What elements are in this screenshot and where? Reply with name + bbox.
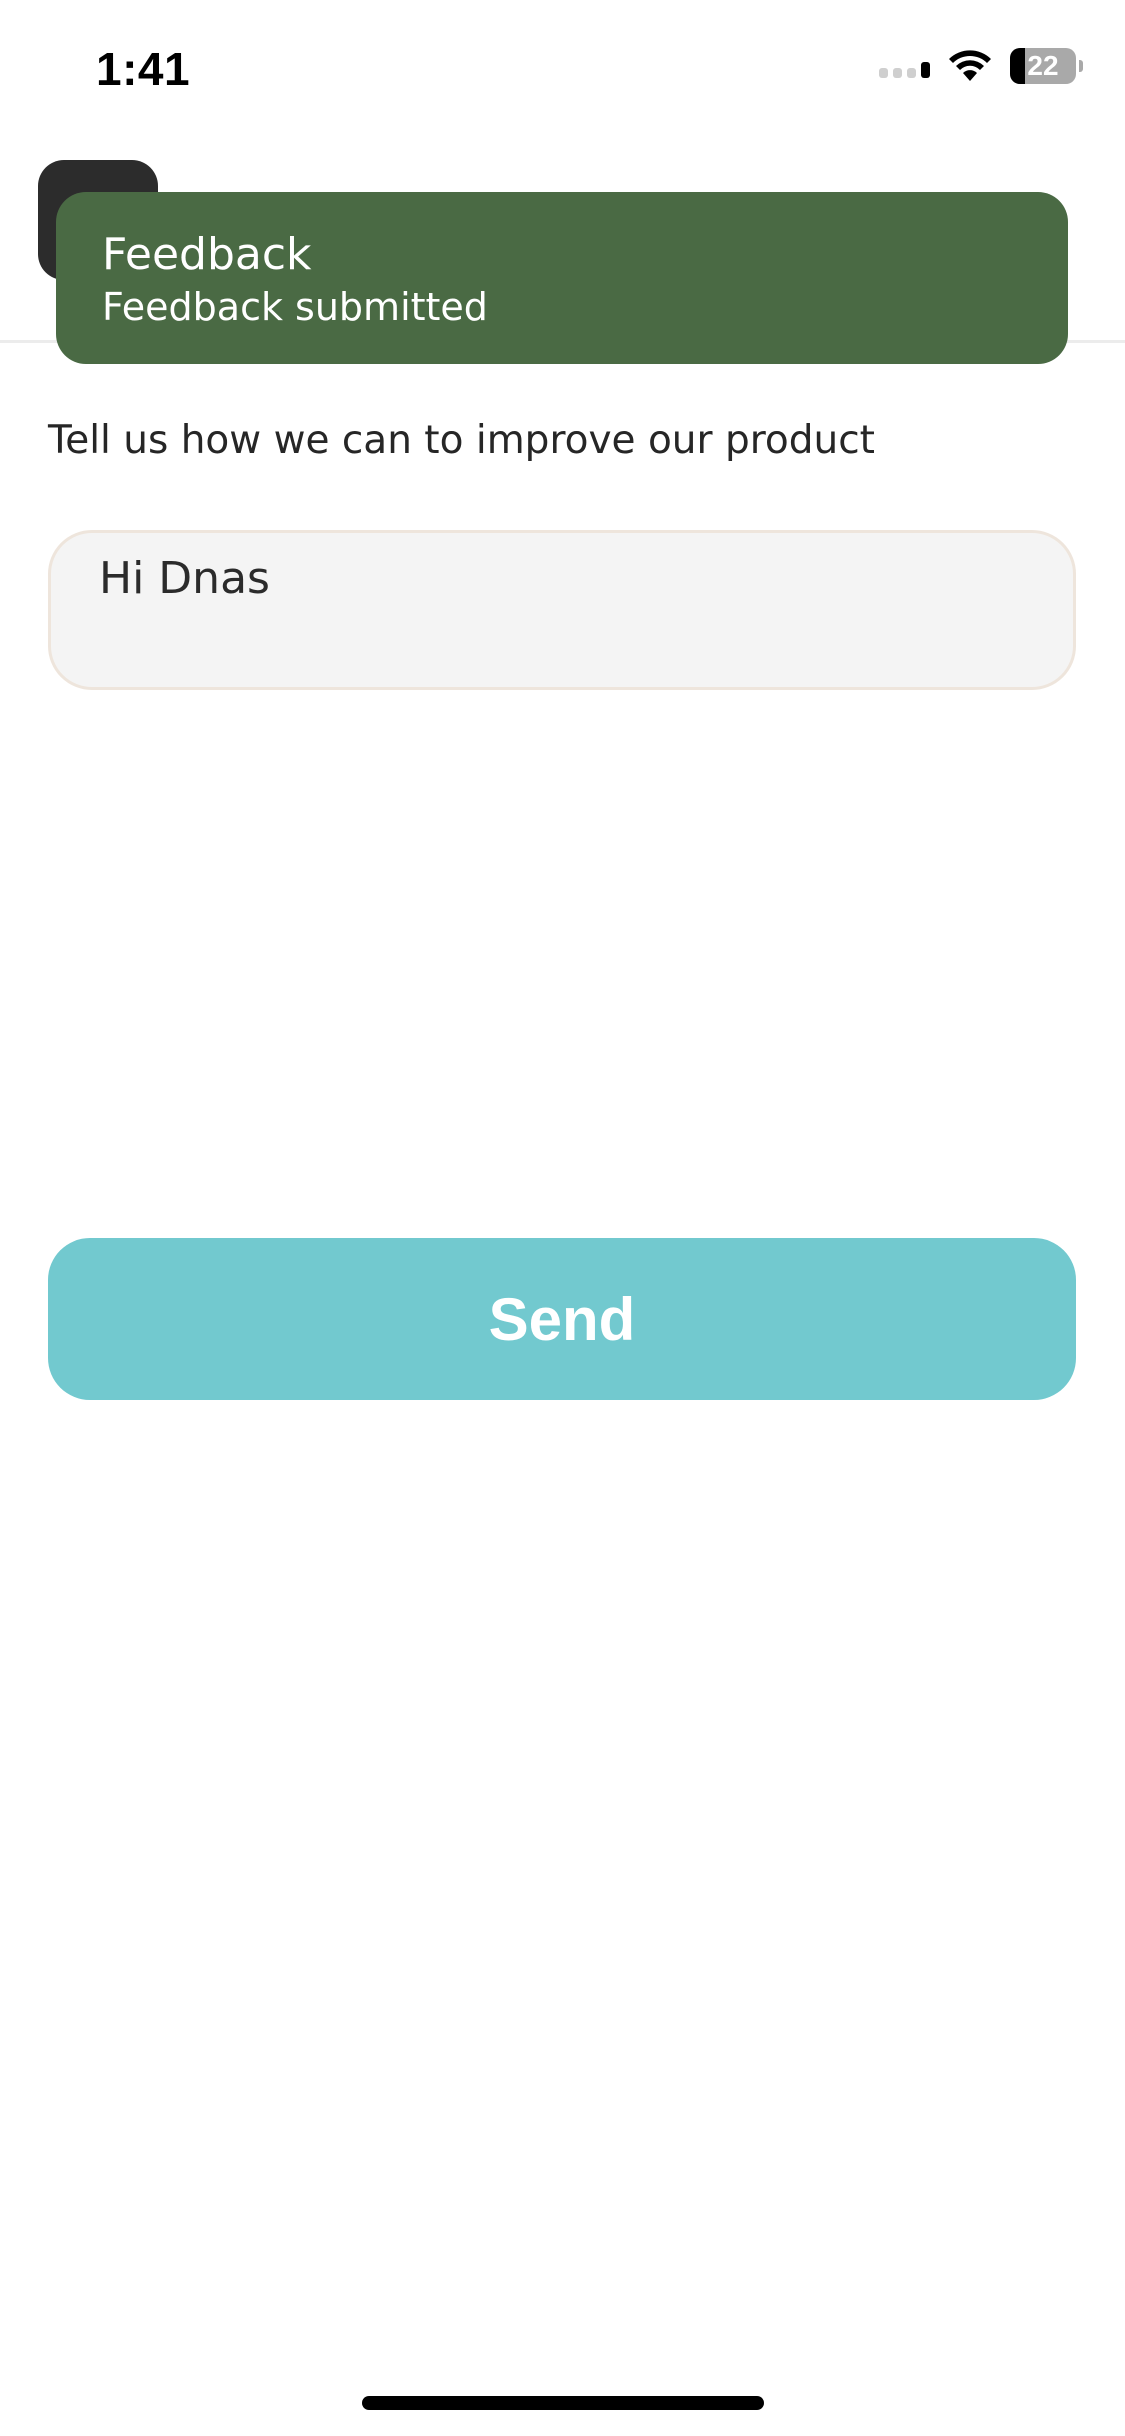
battery-level: 22 (1027, 50, 1059, 81)
feedback-input[interactable]: Hi Dnas (48, 530, 1076, 690)
status-indicators: 22 (879, 48, 1083, 84)
feedback-prompt: Tell us how we can to improve our produc… (48, 418, 875, 463)
send-button[interactable]: Send (48, 1238, 1076, 1400)
home-indicator[interactable] (362, 2396, 764, 2410)
feedback-toast[interactable]: Feedback Feedback submitted (56, 192, 1068, 364)
toast-title: Feedback (102, 229, 312, 280)
cellular-signal-icon (879, 54, 930, 78)
battery-fill (1010, 48, 1025, 84)
toast-message: Feedback submitted (102, 285, 488, 329)
status-time: 1:41 (96, 43, 191, 95)
wifi-icon (948, 49, 992, 83)
battery-icon: 22 (1010, 48, 1083, 84)
